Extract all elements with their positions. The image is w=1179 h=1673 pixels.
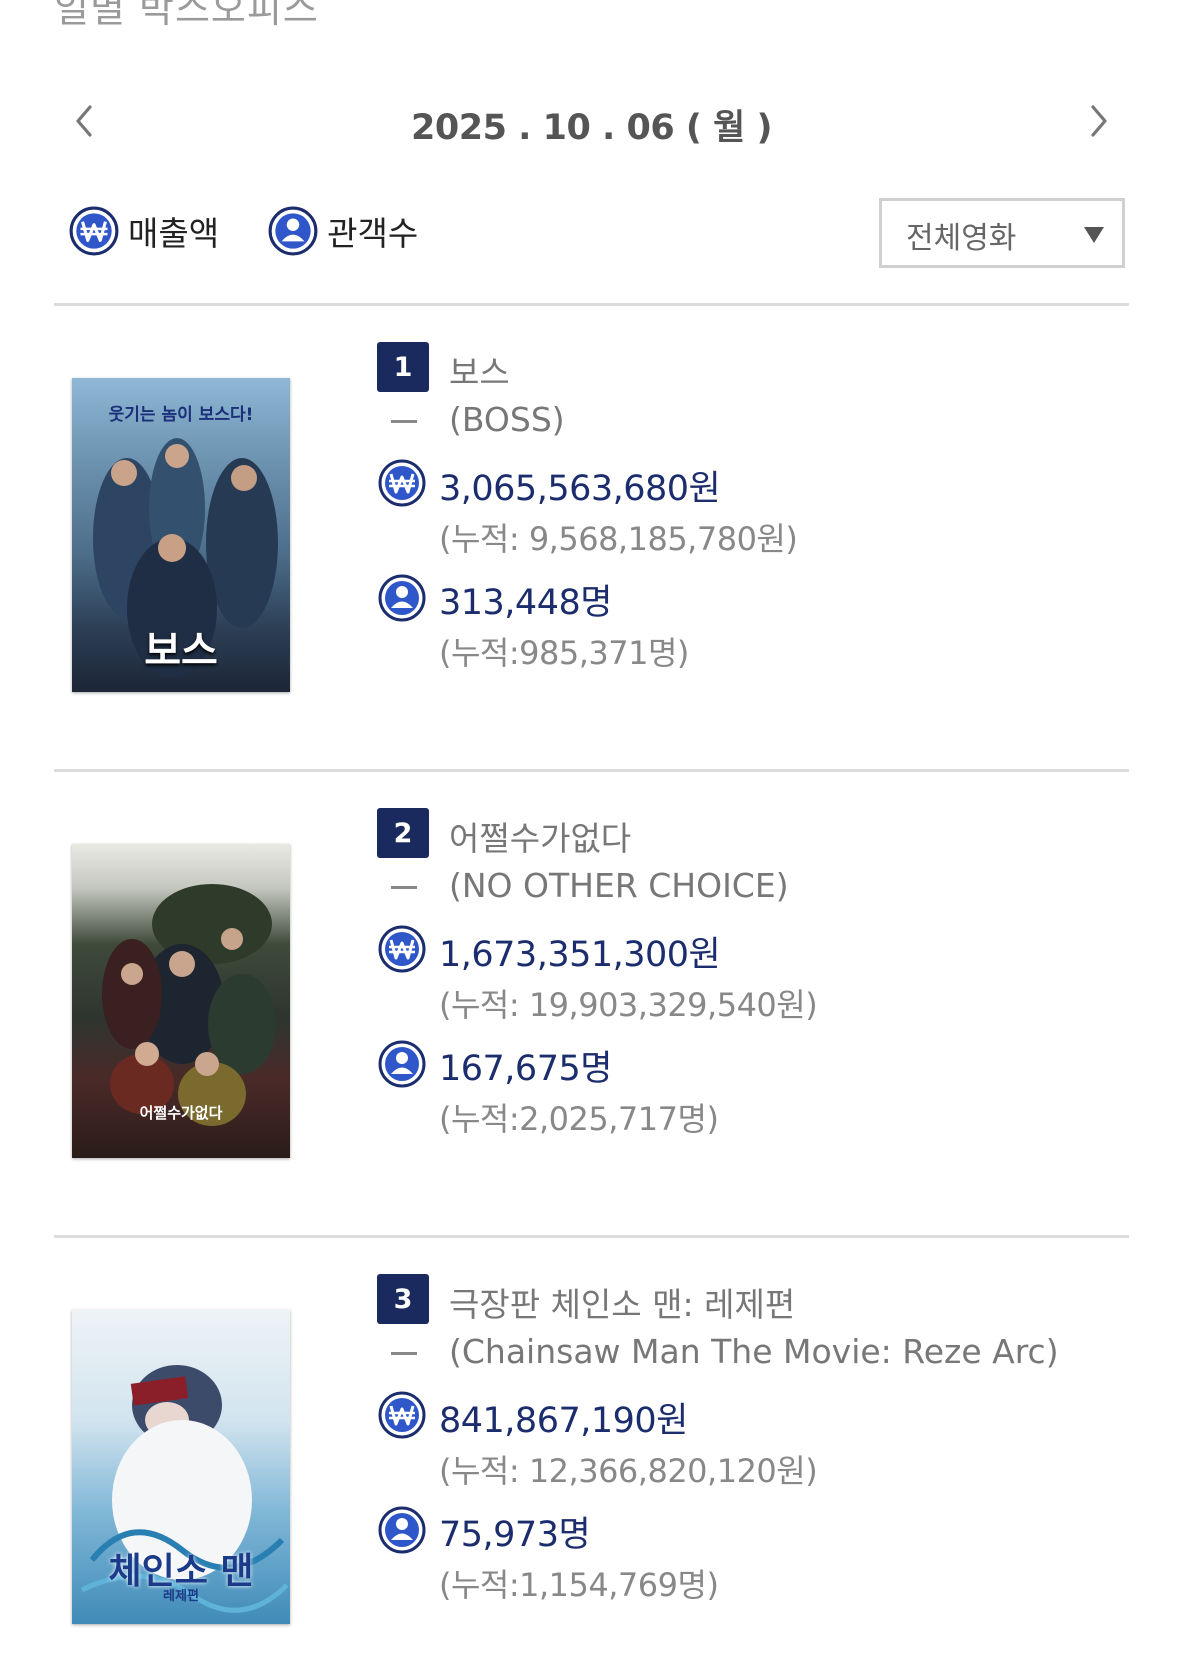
audience-toggle-label: 관객수	[327, 214, 419, 253]
daily-audience: 75,973명	[439, 1515, 591, 1555]
daily-sales: 3,065,563,680원	[439, 469, 721, 509]
cumulative-sales: (누적: 12,366,820,120원)	[439, 1452, 818, 1490]
dash-divider	[391, 886, 417, 889]
movie-filter-value: 전체영화	[906, 221, 1017, 256]
cumulative-audience: (누적:985,371명)	[439, 634, 689, 672]
won-icon	[378, 1391, 426, 1439]
won-icon	[378, 925, 426, 973]
movie-poster[interactable]: 웃기는 놈이 보스다! 보스	[72, 378, 290, 692]
movie-title-english: (BOSS)	[449, 400, 565, 439]
audience-toggle[interactable]: 관객수	[267, 205, 418, 257]
cumulative-audience: (누적:2,025,717명)	[439, 1100, 719, 1138]
movie-title-english: (Chainsaw Man The Movie: Reze Arc)	[449, 1332, 1059, 1371]
won-icon	[378, 459, 426, 507]
poster-title: 어쩔수가없다	[139, 1104, 223, 1122]
poster-tagline: 웃기는 놈이 보스다!	[108, 405, 254, 425]
cumulative-audience: (누적:1,154,769명)	[439, 1566, 719, 1604]
dash-divider	[391, 420, 417, 423]
daily-sales: 841,867,190원	[439, 1401, 688, 1441]
metric-toggles: 매출액 관객수	[68, 205, 466, 257]
movie-title-english: (NO OTHER CHOICE)	[449, 866, 789, 905]
daily-sales: 1,673,351,300원	[439, 935, 721, 975]
person-icon	[268, 206, 318, 256]
rank-badge: 1	[377, 342, 429, 392]
sales-toggle-label: 매출액	[128, 214, 220, 253]
rank-badge: 3	[377, 1274, 429, 1324]
chevron-right-icon	[1091, 105, 1107, 137]
dash-divider	[391, 1352, 417, 1355]
movie-entry-3: 체인소 맨 레제편 3 극장판 체인소 맨: 레제편 (Chainsaw Man…	[54, 1238, 1129, 1673]
movie-poster[interactable]: 체인소 맨 레제편	[72, 1310, 290, 1624]
current-date: 2025 . 10 . 06 ( 월 )	[411, 108, 772, 148]
date-navigation: 2025 . 10 . 06 ( 월 )	[54, 95, 1129, 155]
movie-entry-1: 웃기는 놈이 보스다! 보스 1 보스 (BOSS) 3,065,563,680…	[54, 306, 1129, 746]
rank-badge: 2	[377, 808, 429, 858]
movie-title[interactable]: 어쩔수가없다	[449, 812, 631, 860]
poster-subtitle: 레제편	[163, 1589, 199, 1604]
movie-entry-2: 어쩔수가없다 2 어쩔수가없다 (NO OTHER CHOICE) 1,673,…	[54, 772, 1129, 1212]
person-icon	[378, 574, 426, 622]
caret-down-icon	[1084, 227, 1104, 243]
movie-poster[interactable]: 어쩔수가없다	[72, 844, 290, 1158]
won-icon	[69, 206, 119, 256]
next-day-button[interactable]	[1079, 101, 1119, 141]
daily-audience: 167,675명	[439, 1049, 612, 1089]
daily-audience: 313,448명	[439, 583, 612, 623]
movie-title[interactable]: 보스	[449, 346, 510, 394]
movie-filter-select[interactable]: 전체영화	[879, 198, 1125, 268]
movie-title[interactable]: 극장판 체인소 맨: 레제편	[449, 1278, 795, 1326]
poster-title: 보스	[144, 628, 218, 674]
person-icon	[378, 1040, 426, 1088]
cumulative-sales: (누적: 9,568,185,780원)	[439, 520, 798, 558]
page-title: 일별 박스오피스	[54, 0, 319, 31]
cumulative-sales: (누적: 19,903,329,540원)	[439, 986, 818, 1024]
person-icon	[378, 1506, 426, 1554]
sales-toggle[interactable]: 매출액	[68, 205, 219, 257]
